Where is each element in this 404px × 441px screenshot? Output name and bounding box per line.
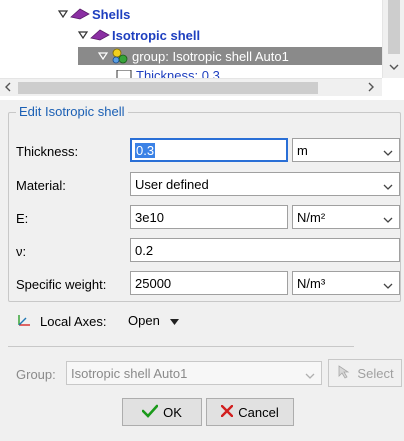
poisson-input[interactable]: 0.2: [130, 238, 400, 262]
collapse-arrow-icon[interactable]: [96, 49, 110, 63]
group-icon: [110, 48, 130, 64]
caret-down-icon: [169, 313, 179, 328]
chevron-down-icon: [383, 212, 393, 227]
tree-item-label: Isotropic shell: [112, 27, 201, 43]
chevron-down-icon: [383, 278, 393, 293]
scrollbar-thumb[interactable]: [18, 82, 318, 94]
tree-panel: Shells Isotropic shell group: Isotropic …: [0, 0, 404, 100]
material-value: User defined: [135, 176, 209, 192]
chevron-down-icon: [383, 179, 393, 194]
shell-type-icon: [70, 6, 90, 22]
unit-value: m: [297, 142, 308, 158]
thickness-value: 0.3: [135, 142, 156, 158]
horizontal-scrollbar[interactable]: [0, 78, 382, 96]
chevron-down-icon: [305, 368, 315, 383]
scroll-right-icon[interactable]: [367, 82, 375, 95]
ok-button[interactable]: OK: [122, 398, 202, 426]
scroll-left-icon[interactable]: [4, 82, 12, 95]
e-value: 3e10: [135, 209, 164, 225]
poisson-value: 0.2: [135, 242, 154, 258]
groupbox-title: Edit Isotropic shell: [16, 104, 128, 119]
local-axes-value: Open: [128, 313, 160, 328]
ok-button-label: OK: [163, 404, 182, 420]
check-icon: [141, 404, 159, 421]
unit-value: N/m³: [297, 275, 326, 291]
group-select[interactable]: Isotropic shell Auto1: [66, 361, 322, 385]
shell-type-icon: [90, 27, 110, 43]
tree-item-label: group: Isotropic shell Auto1: [132, 48, 289, 64]
tree-item-group[interactable]: group: Isotropic shell Auto1: [78, 47, 382, 65]
specific-weight-unit-select[interactable]: N/m³: [292, 271, 400, 295]
close-icon: [221, 404, 234, 420]
e-input[interactable]: 3e10: [130, 205, 288, 229]
thickness-unit-select[interactable]: m: [292, 138, 400, 162]
e-label: E:: [16, 211, 29, 226]
select-button[interactable]: Select: [328, 359, 402, 387]
tree-item-label: Shells: [92, 6, 131, 22]
group-label: Group:: [16, 367, 56, 382]
local-axes-label: Local Axes:: [40, 314, 107, 329]
e-unit-select[interactable]: N/m²: [292, 205, 400, 229]
vertical-scrollbar[interactable]: [382, 0, 404, 78]
thickness-label: Thickness:: [16, 144, 79, 159]
collapse-arrow-icon[interactable]: [56, 7, 70, 21]
cancel-button[interactable]: Cancel: [206, 398, 294, 426]
specific-weight-value: 25000: [135, 275, 172, 291]
scrollbar-thumb[interactable]: [388, 0, 400, 54]
material-select[interactable]: User defined: [130, 172, 400, 196]
thickness-input[interactable]: 0.3: [130, 138, 288, 162]
select-cursor-icon: [336, 364, 352, 383]
tree-item-isotropic-shell[interactable]: Isotropic shell: [76, 26, 200, 44]
cancel-button-label: Cancel: [238, 404, 279, 420]
collapse-arrow-icon[interactable]: [76, 28, 90, 42]
select-button-label: Select: [357, 365, 394, 381]
scroll-down-icon[interactable]: [389, 62, 399, 74]
specific-weight-label: Specific weight:: [16, 277, 107, 292]
specific-weight-input[interactable]: 25000: [130, 271, 288, 295]
local-axes-icon: [16, 313, 32, 330]
material-label: Material:: [16, 178, 66, 193]
chevron-down-icon: [383, 145, 393, 160]
local-axes-dropdown[interactable]: Open: [128, 313, 179, 328]
unit-value: N/m²: [297, 209, 326, 225]
divider: [8, 346, 354, 347]
tree-item-shells[interactable]: Shells: [56, 5, 130, 23]
group-value: Isotropic shell Auto1: [71, 365, 188, 381]
local-axes-row: Local Axes:: [16, 313, 107, 330]
poisson-label: ν:: [16, 244, 27, 259]
